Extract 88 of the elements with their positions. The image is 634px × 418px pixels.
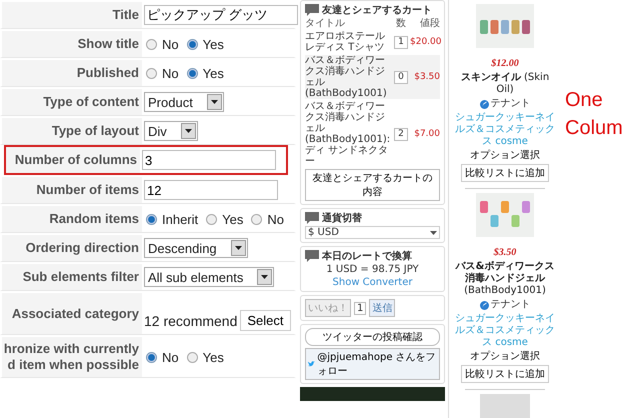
- cart-item-name: バス＆ボディワークス消毒ハンドジェル (BathBody1001): [305, 55, 388, 99]
- share-cart-button[interactable]: 友達とシェアするカートの内容: [305, 169, 440, 201]
- radio-label: Yes: [202, 66, 224, 80]
- exchange-rate: 1 USD = 98.75 JPY: [325, 264, 420, 275]
- pencil-badge-icon: [480, 300, 488, 310]
- dropdown[interactable]: Product: [144, 92, 224, 112]
- cart-item-price: $7.00: [413, 128, 440, 140]
- product-name: スキンオイル (Skin Oil): [460, 72, 550, 96]
- radio-button[interactable]: [206, 214, 218, 224]
- send-button[interactable]: 送信: [369, 299, 396, 317]
- column-header: 数: [395, 18, 407, 29]
- radio-label: Yes: [202, 36, 224, 52]
- cart-item-price: $3.50: [413, 72, 440, 82]
- cart-item-price: $20.00: [410, 36, 440, 48]
- field-label: Associated category: [12, 306, 139, 322]
- currency-dropdown[interactable]: $ USD: [305, 226, 440, 239]
- field-label: Number of columns: [14, 152, 137, 168]
- option-select-label: オプション選択: [470, 150, 540, 162]
- product-price: $3.50: [494, 247, 516, 259]
- dropdown-arrow-icon: [210, 100, 218, 104]
- radio-label: No: [162, 66, 179, 80]
- radio-label: Yes: [202, 350, 224, 364]
- field-label: hronize with currently: [4, 341, 139, 357]
- add-to-compare-button[interactable]: 比較リストに追加: [461, 365, 549, 383]
- field-label: Random items: [49, 211, 139, 227]
- dropdown-arrow-icon: [430, 230, 437, 234]
- cart-item-name: バス＆ボディワークス消毒ハンドジェル (BathBody1001): ディ サンドネクター: [305, 101, 392, 167]
- product-price: $12.00: [491, 58, 519, 70]
- text-field[interactable]: 3: [142, 150, 276, 170]
- field-label: Show title: [78, 36, 139, 52]
- dropdown[interactable]: Div: [144, 121, 198, 141]
- annotation-text: Colum: [565, 116, 623, 141]
- product-photo: [476, 4, 534, 48]
- speech-bubble-icon: [305, 212, 319, 224]
- text-field[interactable]: ピックアップ グッツ: [144, 5, 298, 25]
- field-label: Sub elements filter: [22, 269, 139, 285]
- add-to-compare-button[interactable]: 比較リストに追加: [461, 164, 549, 182]
- widget-title: 友達とシェアするカート: [322, 4, 432, 16]
- tenant-label: テナント: [490, 98, 530, 110]
- widget-title: 通貨切替: [322, 212, 362, 224]
- like-count: 1: [354, 302, 366, 314]
- tweet-check-button[interactable]: ツイッターの投稿確認: [305, 328, 440, 346]
- field-label: Ordering direction: [26, 240, 139, 256]
- dropdown[interactable]: All sub elements: [144, 267, 274, 287]
- radio-button[interactable]: [146, 38, 157, 50]
- radio-button[interactable]: [186, 68, 198, 78]
- product-photo: [480, 394, 530, 418]
- pencil-badge-icon: [480, 100, 488, 108]
- option-select-label: オプション選択: [470, 351, 540, 363]
- radio-button[interactable]: [146, 68, 157, 78]
- speech-bubble-icon: [305, 4, 319, 16]
- radio-label: No: [267, 212, 284, 226]
- radio-label: Yes: [222, 212, 244, 226]
- radio-label: No: [162, 36, 179, 52]
- annotation-text: One: [565, 88, 604, 113]
- dropdown-arrow-icon: [261, 275, 268, 279]
- radio-button[interactable]: [251, 214, 262, 224]
- speech-bubble-icon: [305, 250, 319, 262]
- product-photo: [476, 193, 534, 237]
- select-button[interactable]: Select: [240, 310, 291, 331]
- field-label: Published: [76, 65, 139, 81]
- tenant-label: テナント: [490, 299, 530, 311]
- field-label: Number of items: [36, 182, 139, 198]
- product-name: バス&ボディワークス消毒ハンドジェル (BathBody1001): [455, 261, 555, 297]
- bird-icon: [308, 360, 316, 368]
- quantity-field[interactable]: 2: [394, 128, 408, 140]
- field-label: Type of content: [43, 94, 139, 110]
- dropdown[interactable]: Descending: [144, 238, 248, 258]
- text-field[interactable]: 12: [144, 180, 278, 200]
- dropdown-arrow-icon: [234, 246, 242, 250]
- quantity-field[interactable]: 1: [394, 36, 408, 48]
- radio-button[interactable]: [186, 38, 198, 50]
- radio-button[interactable]: [146, 214, 157, 224]
- cart-item-name: エアロポステールレディス Tシャツ: [305, 31, 386, 53]
- dropdown-arrow-icon: [184, 129, 192, 133]
- column-header: タイトル: [305, 18, 346, 29]
- field-label: Title: [112, 7, 139, 23]
- field-label: d item when possible: [8, 357, 139, 373]
- field-label: Type of layout: [52, 123, 139, 139]
- quantity-field[interactable]: 0: [394, 70, 408, 84]
- column-header: 値段: [419, 18, 440, 29]
- widget-title: 本日のレートで換算: [322, 250, 412, 262]
- follow-button[interactable]: @jpjuemahope さんをフォロー: [305, 348, 440, 380]
- category-value: 12 recommend: [144, 312, 238, 328]
- radio-button[interactable]: [186, 352, 198, 362]
- radio-label: No: [162, 350, 179, 364]
- radio-button[interactable]: [146, 352, 157, 362]
- radio-label: Inherit: [162, 212, 198, 226]
